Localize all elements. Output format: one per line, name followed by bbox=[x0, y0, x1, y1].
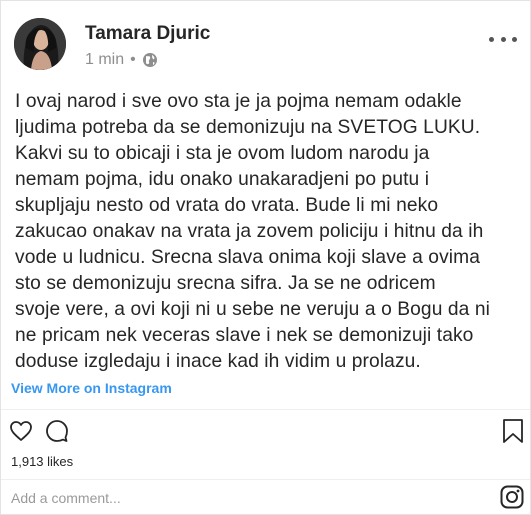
view-more-link[interactable]: View More on Instagram bbox=[11, 380, 172, 396]
avatar-image bbox=[14, 18, 66, 70]
post-meta: 1 min • bbox=[85, 51, 158, 69]
instagram-icon[interactable] bbox=[500, 485, 524, 509]
meta-separator: • bbox=[130, 51, 136, 68]
instagram-embed-card: Tamara Djuric 1 min • I ovaj narod i sve… bbox=[0, 0, 531, 515]
post-text: I ovaj narod i sve ovo sta je ja pojma n… bbox=[15, 91, 491, 372]
more-options-icon[interactable] bbox=[489, 35, 517, 43]
bookmark-icon[interactable] bbox=[502, 418, 524, 449]
author-name[interactable]: Tamara Djuric bbox=[85, 23, 210, 45]
add-comment-field[interactable]: Add a comment... bbox=[11, 490, 121, 506]
post-actions bbox=[1, 417, 530, 447]
heart-icon[interactable] bbox=[9, 419, 33, 448]
globe-icon bbox=[142, 52, 158, 68]
comment-icon[interactable] bbox=[45, 419, 69, 448]
post-header: Tamara Djuric 1 min • bbox=[1, 1, 530, 75]
avatar[interactable] bbox=[14, 18, 66, 70]
comment-divider bbox=[1, 479, 530, 480]
divider bbox=[1, 409, 530, 410]
likes-count[interactable]: 1,913 likes bbox=[11, 454, 73, 469]
post-time: 1 min bbox=[85, 51, 125, 68]
